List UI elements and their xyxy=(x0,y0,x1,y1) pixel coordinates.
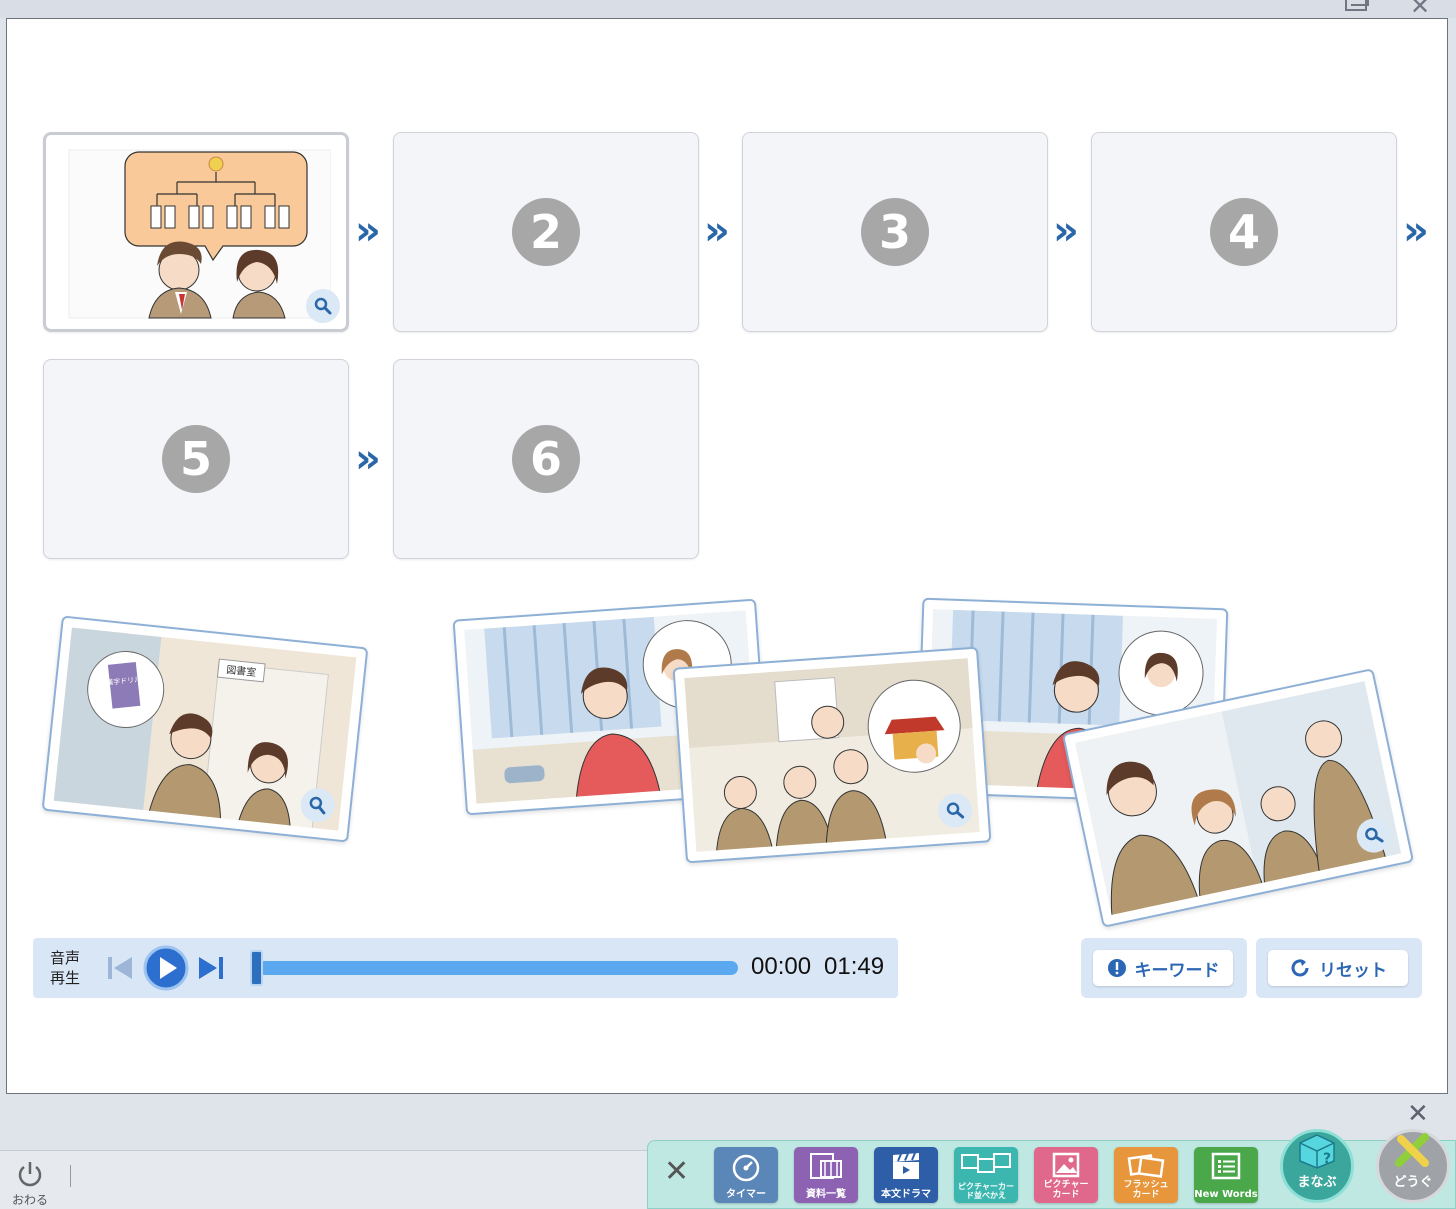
sequence-arrow-icon: » xyxy=(1053,208,1079,254)
audio-progress-track[interactable] xyxy=(258,961,738,975)
new-words-button[interactable]: New Words xyxy=(1194,1147,1258,1203)
sequence-arrow-icon: » xyxy=(704,208,730,254)
sequence-slot-6[interactable]: 6 xyxy=(393,359,699,559)
card-sort-label: ピクチャーカード並べかえ xyxy=(958,1182,1014,1200)
reset-label: リセット xyxy=(1319,960,1387,981)
materials-label: 資料一覧 xyxy=(806,1189,846,1200)
card-sort-button[interactable]: ピクチャーカード並べかえ xyxy=(954,1147,1018,1203)
picture-card-label: ピクチャーカード xyxy=(1043,1180,1089,1200)
sequence-arrow-icon: » xyxy=(355,208,381,254)
dock-close-button[interactable]: ✕ xyxy=(1407,1099,1429,1129)
materials-button[interactable]: 資料一覧 xyxy=(794,1147,858,1203)
previous-track-icon[interactable] xyxy=(106,955,134,981)
list-icon xyxy=(1211,1152,1241,1180)
drama-label: 本文ドラマ xyxy=(881,1189,931,1200)
reset-icon xyxy=(1291,959,1309,977)
play-icon[interactable] xyxy=(143,945,189,991)
power-button[interactable]: おわる xyxy=(12,1159,48,1208)
card-illustration xyxy=(684,658,980,852)
cards-icon xyxy=(961,1153,1011,1173)
dock-divider xyxy=(70,1165,71,1187)
next-track-icon[interactable] xyxy=(197,955,225,981)
keyword-button-wrap: キーワード xyxy=(1081,938,1247,998)
clapper-icon xyxy=(893,1152,919,1179)
reset-button[interactable]: リセット xyxy=(1268,950,1408,986)
slot-number-badge: 4 xyxy=(1210,198,1278,266)
tools-icon xyxy=(1395,1133,1429,1167)
dougu-button[interactable]: どうぐ xyxy=(1376,1129,1450,1203)
sequence-slot-1[interactable] xyxy=(43,132,349,332)
tool-dock: ✕ タイマー 資料一覧 本文ドラマ ピクチャーカード並べかえ ピクチャーカード … xyxy=(647,1129,1456,1209)
audio-label: 音声再生 xyxy=(50,949,81,987)
sequence-slot-3[interactable]: 3 xyxy=(742,132,1048,332)
window-restore-button[interactable] xyxy=(1343,0,1369,11)
audio-progress-thumb[interactable] xyxy=(250,950,263,986)
keyword-label: キーワード xyxy=(1134,960,1220,981)
power-icon xyxy=(18,1162,42,1187)
timer-label: タイマー xyxy=(726,1189,766,1200)
slot-number-badge: 6 xyxy=(512,425,580,493)
sequence-arrow-icon: » xyxy=(1403,208,1429,254)
sequence-slot-5[interactable]: 5 xyxy=(43,359,349,559)
keyword-button[interactable]: キーワード xyxy=(1093,950,1233,986)
flash-card-button[interactable]: フラッシュカード xyxy=(1114,1147,1178,1203)
timer-button[interactable]: タイマー xyxy=(714,1147,778,1203)
cube-icon: ? xyxy=(1299,1134,1335,1169)
slot-number-badge: 5 xyxy=(162,425,230,493)
slot-number-badge: 2 xyxy=(512,198,580,266)
power-label: おわる xyxy=(12,1193,49,1207)
sequence-slot-4[interactable]: 4 xyxy=(1091,132,1397,332)
picture-icon xyxy=(1052,1152,1080,1178)
main-panel: » 2 » 3 » 4 » 5 » 6 図書室 漢字ドリル xyxy=(6,18,1448,1094)
flash-icon xyxy=(1127,1154,1165,1178)
manabu-label: まなぶ xyxy=(1297,1175,1337,1190)
card-illustration: 図書室 漢字ドリル xyxy=(53,627,357,831)
picture-card[interactable] xyxy=(672,646,992,864)
dock-collapse-icon[interactable]: ✕ xyxy=(664,1157,689,1187)
manabu-button[interactable]: ? まなぶ xyxy=(1280,1129,1354,1203)
audio-player: 音声再生 00:00 01:49 xyxy=(33,938,898,998)
slot-number-badge: 3 xyxy=(861,198,929,266)
sequence-slot-2[interactable]: 2 xyxy=(393,132,699,332)
current-time: 00:00 xyxy=(751,953,812,980)
total-time: 01:49 xyxy=(824,953,885,980)
reset-button-wrap: リセット xyxy=(1256,938,1422,998)
new-words-label: New Words xyxy=(1194,1189,1258,1200)
dougu-label: どうぐ xyxy=(1393,1175,1433,1190)
dock-left-bar: おわる xyxy=(0,1150,650,1209)
window-titlebar: ✕ xyxy=(0,0,1456,18)
picture-card-button[interactable]: ピクチャーカード xyxy=(1034,1147,1098,1203)
picture-card[interactable]: 図書室 漢字ドリル xyxy=(41,615,369,843)
svg-text:?: ? xyxy=(1323,1151,1331,1167)
flash-card-label: フラッシュカード xyxy=(1123,1180,1169,1200)
drama-button[interactable]: 本文ドラマ xyxy=(874,1147,938,1203)
timer-icon xyxy=(732,1154,760,1182)
alert-icon xyxy=(1107,959,1126,977)
zoom-icon[interactable] xyxy=(306,289,340,323)
film-icon xyxy=(810,1153,842,1179)
window-close-button[interactable]: ✕ xyxy=(1410,0,1430,18)
slot-1-illustration xyxy=(68,149,331,319)
sequence-arrow-icon: » xyxy=(355,436,381,482)
